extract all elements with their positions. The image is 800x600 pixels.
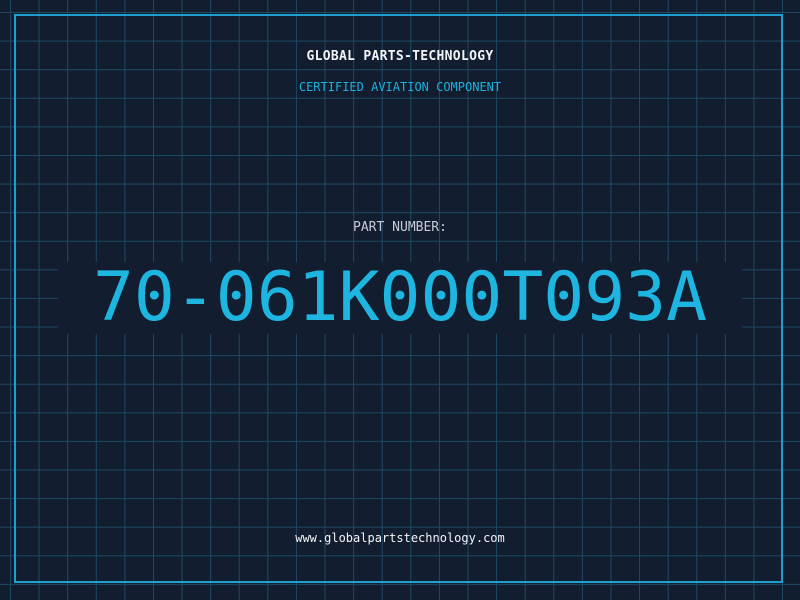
part-number-label: PART NUMBER: bbox=[353, 220, 447, 235]
company-name: GLOBAL PARTS-TECHNOLOGY bbox=[306, 49, 494, 64]
website-url: www.globalpartstechnology.com bbox=[295, 531, 505, 545]
part-number-value: 70-061K000T093A bbox=[92, 258, 708, 337]
certification-subtitle: CERTIFIED AVIATION COMPONENT bbox=[298, 80, 502, 94]
label-canvas: GLOBAL PARTS-TECHNOLOGY CERTIFIED AVIATI… bbox=[0, 0, 800, 600]
